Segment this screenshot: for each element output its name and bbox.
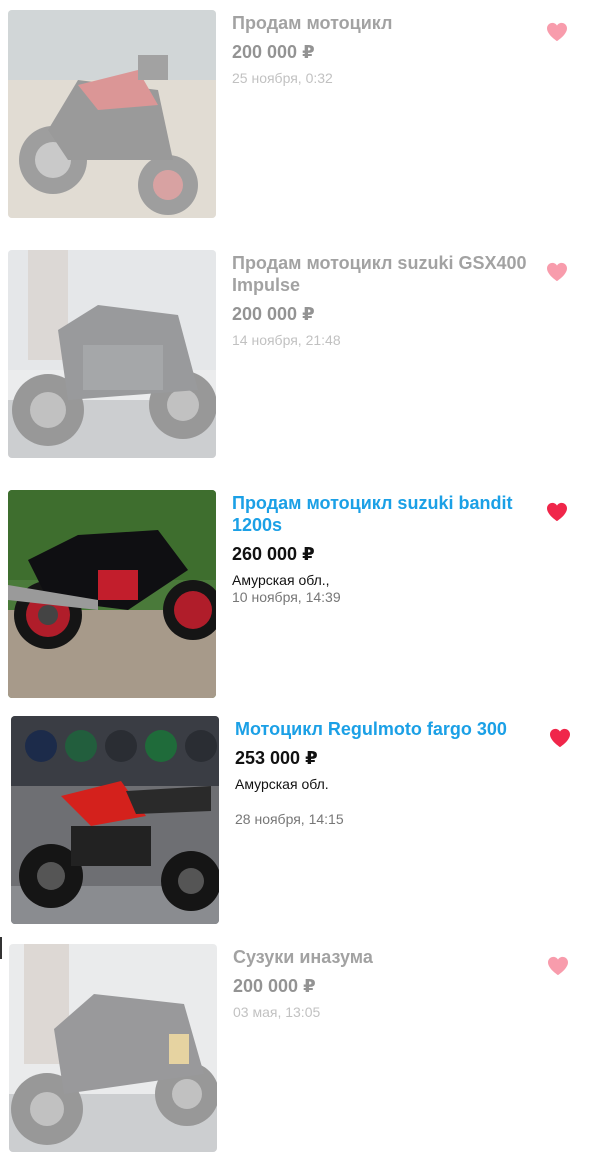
listing-title[interactable]: Продам мотоцикл suzuki GSX400 Impulse [232, 252, 542, 296]
listing-photo[interactable] [11, 716, 219, 924]
motorcycle-photo-image [8, 490, 216, 698]
listing-photo[interactable] [8, 490, 216, 698]
listing-date: 25 ноября, 0:32 [232, 70, 333, 86]
motorcycle-photo-image [8, 10, 216, 218]
listing-date: 10 ноября, 14:39 [232, 589, 341, 605]
listing-photo[interactable] [9, 944, 217, 1152]
favorite-heart-icon[interactable] [547, 956, 569, 976]
listing-title[interactable]: Сузуки иназума [233, 946, 543, 968]
listing-region: Амурская обл. [235, 776, 329, 792]
listing-photo[interactable] [8, 250, 216, 458]
motorcycle-photo-image [8, 250, 216, 458]
listing-date: 14 ноября, 21:48 [232, 332, 341, 348]
listing-price: 260 000 ₽ [232, 544, 315, 564]
listing-price: 200 000 ₽ [233, 976, 316, 996]
listing-price: 200 000 ₽ [232, 42, 315, 62]
favorite-heart-icon[interactable] [546, 502, 568, 522]
listing-title[interactable]: Продам мотоцикл suzuki bandit 1200s [232, 492, 542, 536]
listing-card[interactable]: Продам мотоцикл 200 000 ₽ 25 ноября, 0:3… [0, 10, 590, 222]
listing-title[interactable]: Мотоцикл Regulmoto fargo 300 [235, 718, 545, 740]
favorite-heart-icon[interactable] [546, 262, 568, 282]
listing-photo[interactable] [8, 10, 216, 218]
motorcycle-photo-image [11, 716, 219, 924]
favorite-heart-icon[interactable] [549, 728, 571, 748]
listing-region: Амурская обл., [232, 572, 330, 588]
listing-price: 253 000 ₽ [235, 748, 318, 768]
listing-title[interactable]: Продам мотоцикл [232, 12, 542, 34]
listing-card[interactable]: Продам мотоцикл suzuki bandit 1200s 260 … [0, 490, 590, 702]
listing-price: 200 000 ₽ [232, 304, 315, 324]
listing-card[interactable]: Продам мотоцикл suzuki GSX400 Impulse 20… [0, 250, 590, 462]
listing-card[interactable]: Мотоцикл Regulmoto fargo 300 253 000 ₽ А… [3, 716, 590, 928]
favorite-heart-icon[interactable] [546, 22, 568, 42]
listing-date: 03 мая, 13:05 [233, 1004, 321, 1020]
listing-card[interactable]: Сузуки иназума 200 000 ₽ 03 мая, 13:05 [1, 944, 590, 1156]
listing-date: 28 ноября, 14:15 [235, 811, 344, 827]
motorcycle-photo-image [9, 944, 217, 1152]
